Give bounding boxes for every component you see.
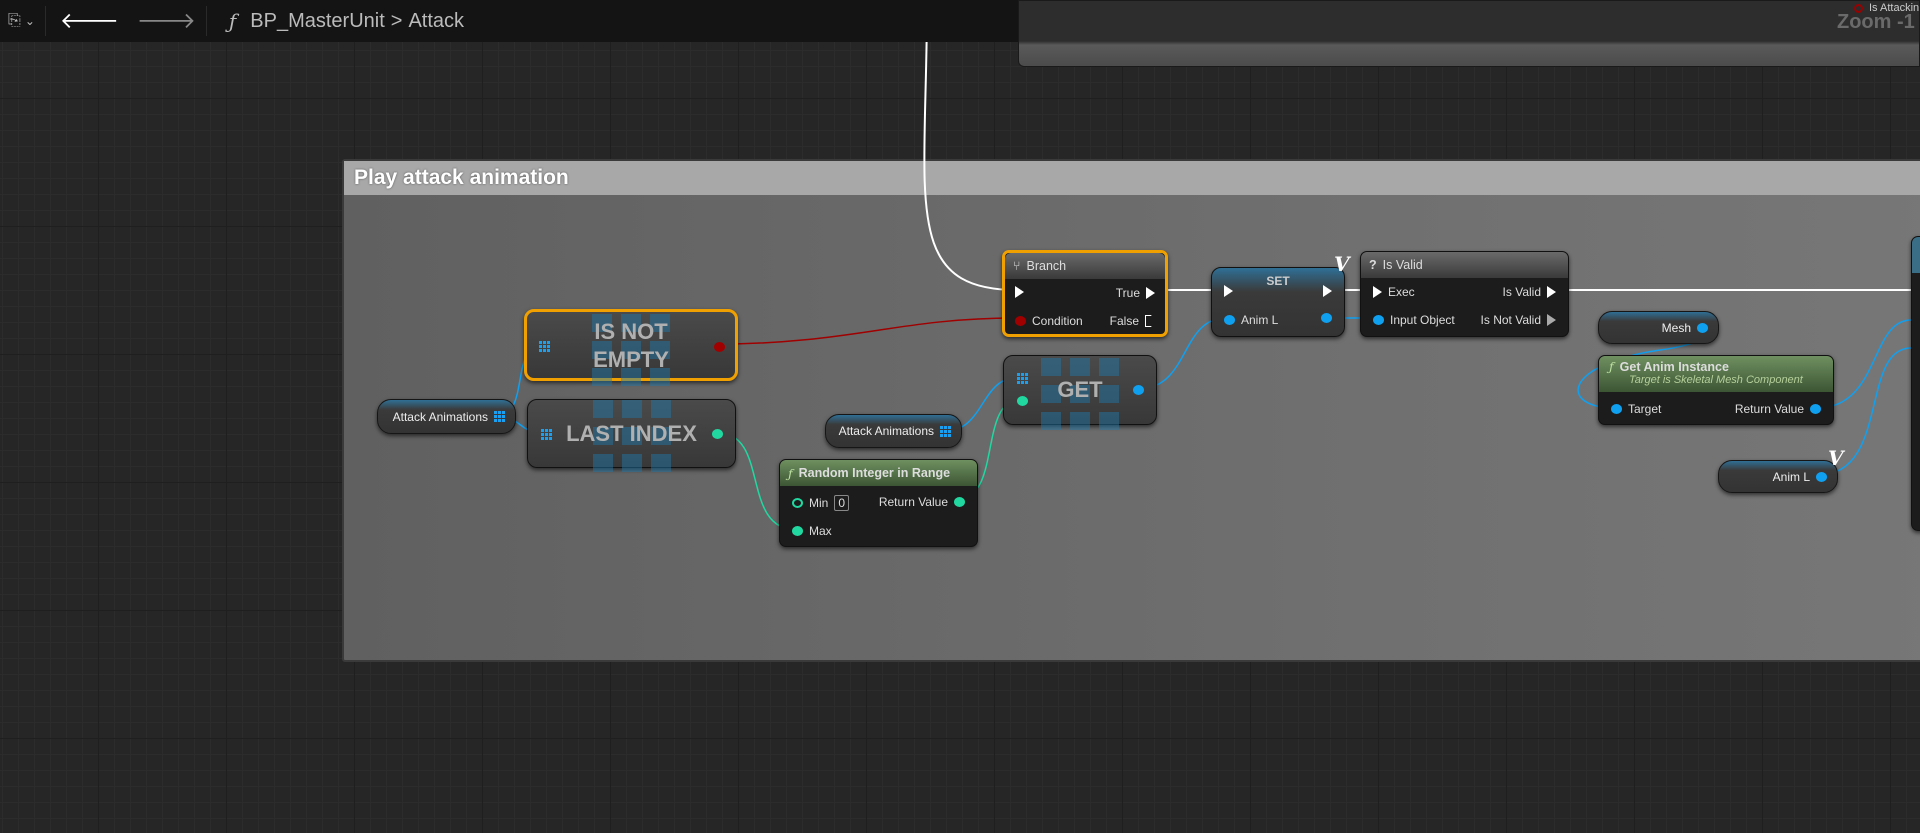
branch-header: ⑂ Branch bbox=[1005, 253, 1165, 279]
true-label: True bbox=[1115, 286, 1140, 300]
array-in-pin[interactable] bbox=[541, 429, 552, 440]
anim-l-label: Anim L bbox=[1241, 313, 1279, 327]
is-not-empty-line2: EMPTY bbox=[593, 347, 669, 372]
is-not-valid-label: Is Not Valid bbox=[1480, 313, 1541, 327]
false-exec-pin[interactable] bbox=[1145, 315, 1155, 327]
return-pin[interactable] bbox=[954, 497, 965, 507]
max-pin[interactable] bbox=[792, 526, 803, 536]
breadcrumb-function[interactable]: Attack bbox=[408, 10, 464, 33]
variable-label: Anim L bbox=[1772, 469, 1810, 484]
anim-l-getter[interactable]: Anim L bbox=[1718, 460, 1838, 493]
is-valid-title: Is Valid bbox=[1382, 258, 1423, 272]
divider bbox=[44, 6, 46, 36]
return-pin[interactable] bbox=[1810, 404, 1821, 414]
item-out-pin[interactable] bbox=[1133, 385, 1144, 395]
divider bbox=[205, 6, 207, 36]
attack-animations-getter[interactable]: Attack Animations bbox=[825, 414, 962, 448]
is-valid-exec-pin[interactable] bbox=[1547, 286, 1556, 298]
target-label: Target bbox=[1628, 402, 1662, 416]
branch-icon: ⑂ bbox=[1013, 259, 1021, 273]
false-label: False bbox=[1109, 314, 1139, 328]
is-valid-header: ? Is Valid bbox=[1361, 252, 1568, 278]
bool-wire bbox=[717, 317, 1016, 345]
back-arrow-icon[interactable]: 🡐 bbox=[60, 8, 119, 34]
exec-out-pin[interactable] bbox=[1323, 285, 1332, 297]
min-pin[interactable] bbox=[792, 498, 803, 508]
branch-node[interactable]: ⑂ Branch True Condition False bbox=[1002, 250, 1168, 337]
min-label: Min bbox=[809, 496, 829, 510]
is-valid-label: Is Valid bbox=[1502, 285, 1541, 299]
function-icon: ƒ bbox=[788, 465, 793, 481]
exec-label: Exec bbox=[1388, 285, 1415, 299]
question-icon: ? bbox=[1369, 258, 1377, 272]
array-out-pin[interactable] bbox=[494, 411, 505, 422]
forward-arrow-icon[interactable]: 🡒 bbox=[137, 8, 196, 34]
bool-out-pin[interactable] bbox=[714, 342, 725, 352]
set-node[interactable]: SET Anim L bbox=[1211, 267, 1345, 337]
variable-label: Attack Animations bbox=[392, 409, 488, 424]
is-not-empty-line1: IS NOT bbox=[594, 319, 668, 344]
variable-label: Mesh bbox=[1661, 320, 1691, 335]
index-in-pin[interactable] bbox=[1017, 396, 1028, 406]
get-anim-instance-node[interactable]: ƒ Get Anim Instance Target is Skeletal Me… bbox=[1598, 355, 1834, 425]
is-not-empty-node[interactable]: IS NOT EMPTY bbox=[524, 309, 738, 386]
array-out-pin[interactable] bbox=[940, 425, 951, 437]
function-icon: ƒ bbox=[1609, 359, 1614, 374]
variable-marker-icon: V bbox=[1828, 446, 1844, 470]
last-index-title: LAST INDEX bbox=[566, 421, 697, 446]
condition-label: Condition bbox=[1032, 314, 1083, 328]
variable-marker-icon: V bbox=[1334, 252, 1350, 276]
return-label: Return Value bbox=[878, 495, 948, 509]
get-anim-header: ƒ Get Anim Instance Target is Skeletal Me… bbox=[1599, 356, 1833, 392]
int-out-pin[interactable] bbox=[712, 429, 723, 439]
function-icon: ƒ bbox=[228, 9, 237, 33]
offscreen-node[interactable] bbox=[1911, 236, 1920, 531]
exec-in-pin[interactable] bbox=[1224, 285, 1233, 297]
input-object-label: Input Object bbox=[1390, 313, 1455, 327]
breadcrumb-blueprint[interactable]: BP_MasterUnit bbox=[250, 10, 385, 33]
return-label: Return Value bbox=[1734, 402, 1804, 416]
array-in-pin[interactable] bbox=[1017, 373, 1028, 384]
random-header: ƒ Random Integer in Range bbox=[780, 460, 977, 486]
anim-l-in-pin[interactable] bbox=[1224, 315, 1235, 325]
mesh-getter[interactable]: Mesh bbox=[1598, 311, 1719, 344]
chevron-down-icon[interactable]: ⌄ bbox=[25, 14, 35, 28]
true-exec-pin[interactable] bbox=[1146, 287, 1155, 299]
get-node[interactable]: GET bbox=[1003, 355, 1157, 430]
last-index-node[interactable]: LAST INDEX bbox=[527, 399, 736, 472]
exec-in-pin[interactable] bbox=[1373, 286, 1382, 298]
target-pin[interactable] bbox=[1611, 404, 1622, 414]
object-out-pin[interactable] bbox=[1697, 322, 1708, 333]
min-input[interactable]: 0 bbox=[834, 495, 850, 511]
attack-animations-getter[interactable]: Attack Animations bbox=[377, 399, 516, 434]
max-label: Max bbox=[809, 524, 832, 538]
random-title: Random Integer in Range bbox=[798, 466, 951, 480]
variable-label: Attack Animations bbox=[838, 424, 934, 438]
array-in-pin[interactable] bbox=[539, 341, 550, 352]
is-not-valid-exec-pin[interactable] bbox=[1547, 314, 1556, 326]
bookmark-icon[interactable]: ⎘ bbox=[8, 12, 21, 30]
is-valid-node[interactable]: ? Is Valid Exec Is Valid Input Object Is … bbox=[1360, 251, 1569, 337]
branch-title: Branch bbox=[1026, 259, 1067, 273]
offscreen-node-panel: Is Attackin Zoom -1 bbox=[1018, 0, 1920, 67]
anim-l-out-pin[interactable] bbox=[1321, 313, 1332, 323]
object-out-pin[interactable] bbox=[1816, 471, 1827, 482]
exec-wire-in bbox=[923, 0, 1018, 291]
breadcrumb-separator: > bbox=[390, 9, 403, 32]
condition-pin[interactable] bbox=[1015, 316, 1026, 326]
get-anim-subtitle: Target is Skeletal Mesh Component bbox=[1629, 374, 1803, 386]
pin-label: Is Attackin bbox=[1869, 2, 1920, 14]
random-integer-node[interactable]: ƒ Random Integer in Range Min 0 Return Val… bbox=[779, 459, 978, 547]
input-object-pin[interactable] bbox=[1373, 315, 1384, 325]
get-anim-title: Get Anim Instance bbox=[1619, 360, 1729, 374]
exec-in-pin[interactable] bbox=[1015, 286, 1024, 298]
zoom-level: Zoom -1 bbox=[1837, 11, 1915, 33]
